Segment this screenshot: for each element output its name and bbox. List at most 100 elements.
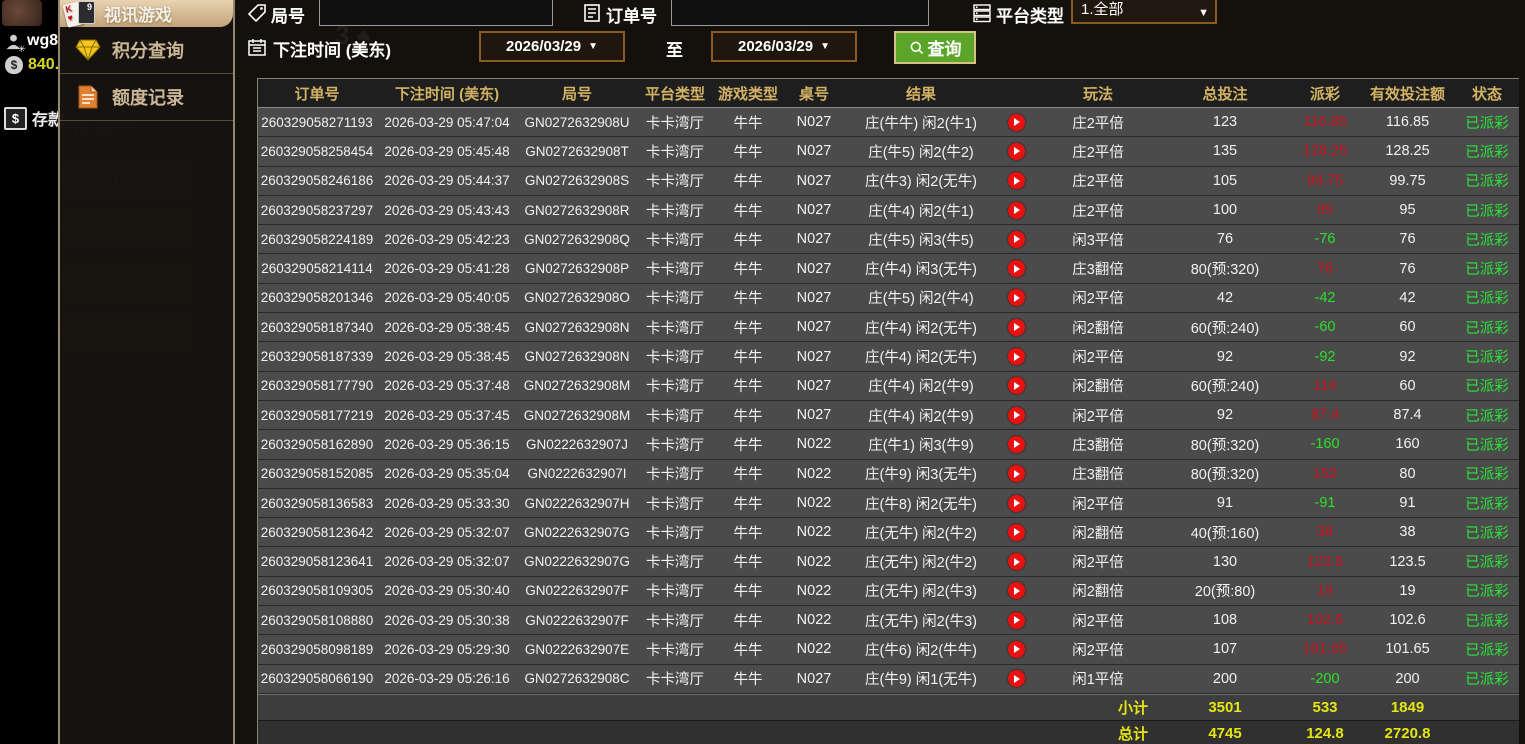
play-video-button[interactable] (1008, 524, 1025, 541)
date-to-select[interactable]: 2026/03/29 ▼ (711, 31, 857, 62)
cell-table: N027 (782, 401, 846, 429)
cell-time: 2026-03-29 05:36:15 (376, 430, 518, 458)
empty-cell (258, 695, 1036, 720)
menu-item-video-games[interactable]: K♥9 视讯游戏 (60, 0, 233, 27)
cell-play (996, 577, 1036, 605)
play-video-button[interactable] (1008, 407, 1025, 424)
menu-item-points-query[interactable]: 积分查询 (60, 27, 233, 74)
cell-table: N022 (782, 547, 846, 575)
cell-order: 260329058177219 (258, 401, 376, 429)
date-from-select[interactable]: 2026/03/29 ▼ (479, 31, 625, 62)
cell-round: GN0272632908Q (518, 225, 636, 253)
cell-time: 2026-03-29 05:40:05 (376, 284, 518, 312)
avatar[interactable] (2, 0, 42, 26)
cell-total: 135 (1160, 137, 1290, 165)
cell-game: 牛牛 (714, 577, 782, 605)
play-video-button[interactable] (1008, 612, 1025, 629)
cell-play (996, 547, 1036, 575)
table-row: 2603290581777902026-03-29 05:37:48GN0272… (258, 372, 1519, 401)
deposit-button[interactable]: $ 存款 (4, 106, 64, 130)
play-video-button[interactable] (1008, 348, 1025, 365)
play-video-button[interactable] (1008, 319, 1025, 336)
play-video-button[interactable] (1008, 495, 1025, 512)
cell-time: 2026-03-29 05:42:23 (376, 225, 518, 253)
cell-status: 已派彩 (1455, 313, 1519, 341)
diamond-icon (75, 37, 101, 63)
play-video-button[interactable] (1008, 377, 1025, 394)
play-video-button[interactable] (1008, 436, 1025, 453)
search-button[interactable]: 查询 (894, 31, 976, 64)
cell-table: N022 (782, 460, 846, 488)
cell-total: 42 (1160, 284, 1290, 312)
cell-valid: 60 (1360, 372, 1455, 400)
play-video-button[interactable] (1008, 553, 1025, 570)
play-video-button[interactable] (1008, 172, 1025, 189)
cell-play (996, 401, 1036, 429)
play-video-button[interactable] (1008, 114, 1025, 131)
play-video-button[interactable] (1008, 143, 1025, 160)
cell-bet: 闲2平倍 (1036, 606, 1160, 634)
cell-order: 260329058098189 (258, 635, 376, 663)
cell-result: 庄(牛牛) 闲2(牛1) (846, 108, 996, 136)
play-video-button[interactable] (1008, 202, 1025, 219)
cell-table: N027 (782, 254, 846, 282)
cell-result: 庄(牛4) 闲2(无牛) (846, 313, 996, 341)
cell-status: 已派彩 (1455, 518, 1519, 546)
cell-valid: 200 (1360, 665, 1455, 693)
play-video-button[interactable] (1008, 465, 1025, 482)
cell-table: N022 (782, 489, 846, 517)
cell-round: GN0272632908R (518, 196, 636, 224)
play-video-button[interactable] (1008, 582, 1025, 599)
cell-total: 105 (1160, 167, 1290, 195)
subtotal-row-valid_bet: 1849 (1360, 695, 1455, 720)
cell-total: 92 (1160, 401, 1290, 429)
cell-bet: 庄2平倍 (1036, 137, 1160, 165)
cell-time: 2026-03-29 05:29:30 (376, 635, 518, 663)
cell-game: 牛牛 (714, 137, 782, 165)
platform-type-icon (972, 3, 992, 23)
badge-icon: ✳ (18, 44, 26, 55)
play-video-button[interactable] (1008, 670, 1025, 687)
table-row: 2603290581873392026-03-29 05:38:45GN0272… (258, 342, 1519, 371)
cell-result: 庄(牛6) 闲2(牛牛) (846, 635, 996, 663)
menu-item-credit-records[interactable]: 额度记录 (60, 74, 233, 121)
bet-time-label: 下注时间 (美东) (273, 36, 391, 61)
cell-game: 牛牛 (714, 108, 782, 136)
cell-payout: -76 (1290, 225, 1360, 253)
order-number-input[interactable] (671, 0, 929, 26)
cell-order: 260329058224189 (258, 225, 376, 253)
cell-valid: 91 (1360, 489, 1455, 517)
cell-valid: 99.75 (1360, 167, 1455, 195)
cell-payout: -60 (1290, 313, 1360, 341)
cell-total: 100 (1160, 196, 1290, 224)
cell-status: 已派彩 (1455, 577, 1519, 605)
cell-game: 牛牛 (714, 342, 782, 370)
cell-game: 牛牛 (714, 167, 782, 195)
cell-table: N027 (782, 372, 846, 400)
play-video-button[interactable] (1008, 231, 1025, 248)
play-video-button[interactable] (1008, 260, 1025, 277)
cell-game: 牛牛 (714, 254, 782, 282)
cell-status: 已派彩 (1455, 196, 1519, 224)
cell-play (996, 196, 1036, 224)
menu-item-label: 视讯游戏 (104, 1, 172, 26)
cell-bet: 闲2平倍 (1036, 342, 1160, 370)
cell-table: N022 (782, 518, 846, 546)
cell-total: 200 (1160, 665, 1290, 693)
play-video-button[interactable] (1008, 289, 1025, 306)
cell-result: 庄(无牛) 闲2(牛3) (846, 577, 996, 605)
cell-valid: 160 (1360, 430, 1455, 458)
cell-bet: 闲2翻倍 (1036, 518, 1160, 546)
cell-payout: 116.85 (1290, 108, 1360, 136)
platform-type-select[interactable]: 1.全部 ▼ (1071, 0, 1217, 24)
round-number-input[interactable] (319, 0, 553, 26)
cell-result: 庄(牛8) 闲2(无牛) (846, 489, 996, 517)
cell-bet: 闲2平倍 (1036, 284, 1160, 312)
cell-platform: 卡卡湾厅 (636, 108, 714, 136)
table-row: 2603290581093052026-03-29 05:30:40GN0222… (258, 577, 1519, 606)
cell-status: 已派彩 (1455, 254, 1519, 282)
play-video-button[interactable] (1008, 641, 1025, 658)
records-table: 订单号下注时间 (美东)局号平台类型游戏类型桌号结果玩法总投注派彩有效投注额状态… (257, 78, 1519, 744)
cell-valid: 19 (1360, 577, 1455, 605)
cell-bet: 庄2平倍 (1036, 108, 1160, 136)
